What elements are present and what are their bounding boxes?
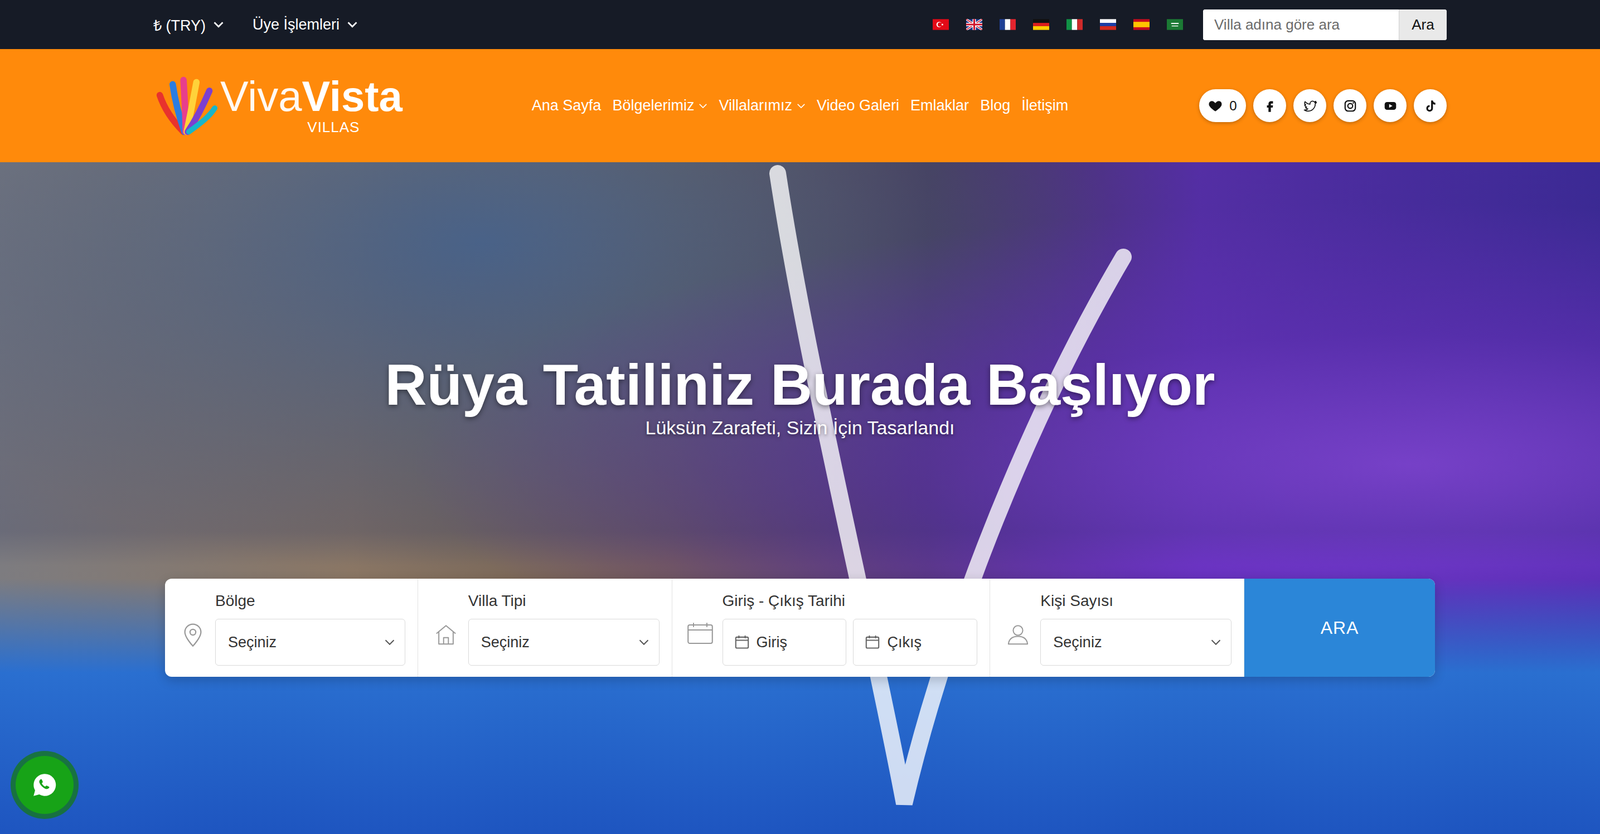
search-button[interactable]: ARA bbox=[1244, 578, 1435, 677]
date-input[interactable]: Çıkış bbox=[852, 618, 978, 666]
instagram-icon bbox=[1342, 98, 1358, 114]
currency-dropdown[interactable]: ₺ (TRY) bbox=[153, 14, 224, 36]
flag-gb-icon[interactable] bbox=[966, 18, 983, 31]
calendar-icon bbox=[686, 621, 714, 646]
logo-name-light: Viva bbox=[220, 72, 302, 120]
twitter-link[interactable] bbox=[1293, 89, 1327, 123]
hero-title: Rüya Tatiliniz Burada Başlıyor bbox=[384, 352, 1215, 417]
search-field: Giriş - Çıkış Tarihi GirişÇıkış bbox=[672, 578, 991, 677]
nav-item[interactable]: Blog bbox=[980, 97, 1011, 115]
search-field: Villa Tipi Seçiniz bbox=[418, 578, 673, 677]
tiktok-icon bbox=[1423, 98, 1438, 114]
field-label: Giriş - Çıkış Tarihi bbox=[722, 590, 978, 612]
whatsapp-icon bbox=[30, 771, 59, 799]
social-links: 0 bbox=[1199, 89, 1447, 123]
top-bar: ₺ (TRY) Üye İşlemleri Ara bbox=[0, 0, 1600, 50]
hero-subtitle: Lüksün Zarafeti, Sizin İçin Tasarlandı bbox=[645, 416, 955, 440]
search-field: Kişi Sayısı Seçiniz bbox=[990, 578, 1245, 677]
page: ₺ (TRY) Üye İşlemleri Ara VivaVistaVILLAS An… bbox=[0, 0, 1600, 834]
facebook-icon bbox=[1262, 98, 1278, 114]
nav-item[interactable]: İletişim bbox=[1021, 97, 1069, 115]
heart-icon bbox=[1208, 98, 1223, 114]
youtube-link[interactable] bbox=[1373, 89, 1407, 123]
chevron-down-icon bbox=[213, 21, 224, 28]
chevron-down-icon bbox=[347, 21, 358, 28]
house-icon bbox=[434, 621, 458, 648]
tiktok-link[interactable] bbox=[1413, 89, 1447, 123]
calendar-icon bbox=[864, 634, 881, 651]
flag-sa-icon[interactable] bbox=[1166, 18, 1183, 31]
field-label: Villa Tipi bbox=[468, 590, 660, 612]
flag-tr-icon[interactable] bbox=[932, 18, 949, 31]
twitter-icon bbox=[1302, 98, 1318, 114]
villa-search-button[interactable]: Ara bbox=[1398, 9, 1447, 41]
select-box[interactable]: Seçiniz bbox=[215, 618, 406, 666]
nav-item[interactable]: Video Galeri bbox=[816, 97, 900, 115]
hero: Rüya Tatiliniz Burada BaşlıyorLüksün Zar… bbox=[0, 162, 1600, 834]
member-menu-dropdown[interactable]: Üye İşlemleri bbox=[252, 16, 358, 34]
facebook-link[interactable] bbox=[1253, 89, 1287, 123]
flag-de-icon[interactable] bbox=[1033, 18, 1050, 31]
nav-item[interactable]: Emlaklar bbox=[910, 97, 969, 115]
search-field: Bölge Seçiniz bbox=[165, 578, 419, 677]
field-label: Kişi Sayısı bbox=[1040, 590, 1232, 612]
chevron-down-icon bbox=[796, 103, 806, 109]
logo-name-bold: Vista bbox=[301, 72, 402, 120]
logo[interactable]: VivaVistaVILLAS bbox=[153, 73, 403, 139]
chevron-down-icon bbox=[384, 638, 395, 646]
nav-item[interactable]: Villalarımız bbox=[718, 97, 806, 115]
field-label: Bölge bbox=[215, 590, 406, 612]
villa-search-input[interactable] bbox=[1203, 9, 1399, 41]
whatsapp-button[interactable] bbox=[15, 755, 74, 814]
select-box[interactable]: Seçiniz bbox=[1040, 618, 1232, 666]
youtube-icon bbox=[1383, 98, 1398, 114]
nav-item[interactable]: Bölgelerimiz bbox=[612, 97, 708, 115]
chevron-down-icon bbox=[638, 638, 649, 646]
date-input[interactable]: Giriş bbox=[722, 618, 847, 666]
villa-search: Ara bbox=[1203, 9, 1447, 41]
instagram-link[interactable] bbox=[1333, 89, 1367, 123]
language-flags bbox=[932, 18, 1183, 31]
location-pin-icon bbox=[181, 621, 205, 648]
favorites-count: 0 bbox=[1229, 98, 1237, 114]
flag-ru-icon[interactable] bbox=[1099, 18, 1117, 31]
chevron-down-icon bbox=[698, 103, 708, 109]
pin-watermark-icon bbox=[0, 162, 1600, 834]
logo-subtitle: VILLAS bbox=[262, 118, 360, 137]
main-nav: Ana Sayfa Bölgelerimiz Villalarımız Video G… bbox=[531, 97, 1069, 115]
logo-fan-icon bbox=[153, 73, 218, 139]
favorites-button[interactable]: 0 bbox=[1199, 89, 1246, 123]
select-box[interactable]: Seçiniz bbox=[468, 618, 660, 666]
person-icon bbox=[1006, 621, 1030, 648]
chevron-down-icon bbox=[1210, 638, 1221, 646]
search-form: BölgeSeçinizVilla TipiSeçinizGiriş - Çık… bbox=[165, 578, 1435, 677]
header: VivaVistaVILLAS Ana Sayfa Bölgelerimiz Vill… bbox=[0, 49, 1600, 163]
flag-it-icon[interactable] bbox=[1066, 18, 1083, 31]
calendar-icon bbox=[734, 634, 750, 651]
nav-item[interactable]: Ana Sayfa bbox=[531, 97, 602, 115]
flag-fr-icon[interactable] bbox=[999, 18, 1016, 31]
flag-es-icon[interactable] bbox=[1133, 18, 1150, 31]
